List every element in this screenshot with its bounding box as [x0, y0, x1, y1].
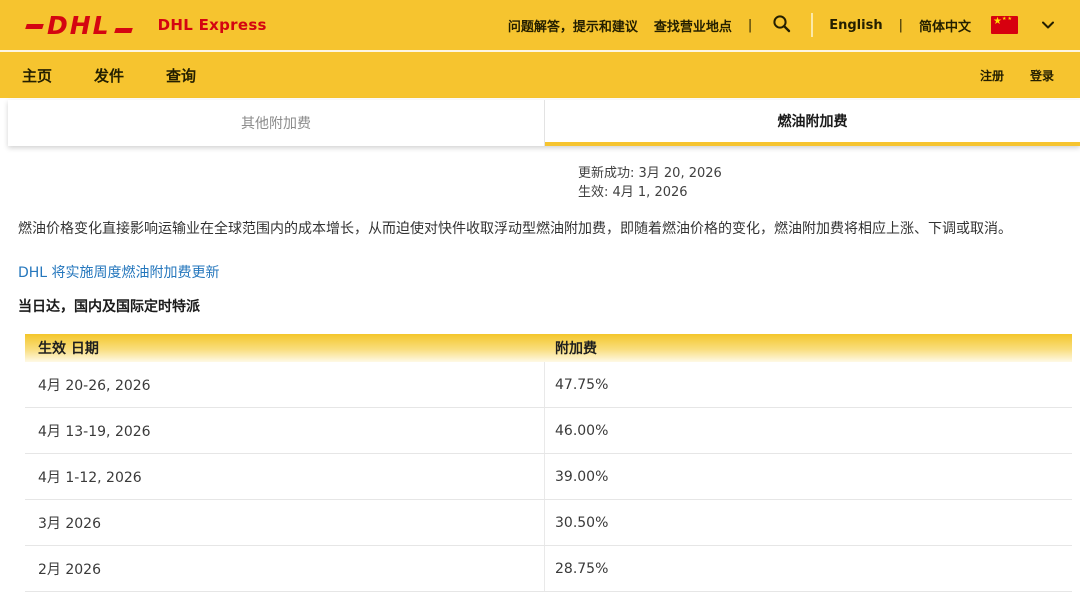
search-icon — [772, 14, 791, 37]
brand-name: DHL Express — [158, 16, 267, 34]
effective-date-cell: 3月 2026 — [25, 500, 545, 545]
table-row: 4月 13-19, 202646.00% — [25, 408, 1072, 454]
surcharge-value-cell: 39.00% — [545, 454, 1072, 499]
effective-date-text: 生效: 4月 1, 2026 — [578, 183, 1080, 202]
nav-item-home[interactable]: 主页 — [22, 65, 52, 86]
main-nav: 主页 发件 查询 注册 登录 — [0, 52, 1080, 98]
chevron-down-icon — [1042, 21, 1054, 29]
register-link[interactable]: 注册 — [980, 67, 1004, 84]
weekly-update-link[interactable]: DHL 将实施周度燃油附加费更新 — [18, 262, 220, 282]
fuel-surcharge-table: 生效 日期 附加费 4月 20-26, 202647.75%4月 13-19, … — [25, 334, 1072, 592]
surcharge-value-cell: 30.50% — [545, 500, 1072, 545]
update-status-text: 更新成功: 3月 20, 2026 — [578, 164, 1080, 183]
language-dropdown-toggle[interactable] — [1042, 21, 1054, 29]
surcharge-tabs: 其他附加费 燃油附加费 — [8, 100, 1080, 146]
table-header-row: 生效 日期 附加费 — [25, 334, 1072, 362]
login-link[interactable]: 登录 — [1030, 67, 1054, 84]
surcharge-value-cell: 46.00% — [545, 408, 1072, 453]
nav-item-track[interactable]: 查询 — [166, 65, 196, 86]
tab-other-surcharges[interactable]: 其他附加费 — [8, 100, 545, 146]
surcharge-value-cell: 28.75% — [545, 546, 1072, 591]
divider: | — [899, 18, 903, 33]
divider-light — [811, 13, 813, 37]
logo-wordmark: DHL — [47, 13, 111, 38]
faq-link[interactable]: 问题解答，提示和建议 — [508, 16, 638, 35]
language-english-link[interactable]: English — [829, 18, 882, 33]
effective-date-cell: 4月 1-12, 2026 — [25, 454, 545, 499]
auth-links: 注册 登录 — [980, 67, 1054, 84]
surcharge-table-body: 4月 20-26, 202647.75%4月 13-19, 202646.00%… — [25, 362, 1072, 592]
logo-speed-bar-left — [25, 24, 44, 29]
effective-date-cell: 4月 13-19, 2026 — [25, 408, 545, 453]
effective-date-cell: 2月 2026 — [25, 546, 545, 591]
flag-small-stars: ★★ — [1002, 17, 1013, 22]
surcharge-header: 附加费 — [545, 338, 1072, 358]
top-header: DHL DHL Express 问题解答，提示和建议 查找营业地点 | Engl… — [0, 0, 1080, 50]
dhl-logo[interactable]: DHL — [26, 13, 132, 38]
table-row: 2月 202628.75% — [25, 546, 1072, 592]
nav-item-ship[interactable]: 发件 — [94, 65, 124, 86]
header-utility-nav: 问题解答，提示和建议 查找营业地点 | English | 简体中文 ★ ★★ — [508, 13, 1054, 37]
logo-speed-bar-right — [114, 28, 133, 33]
table-row: 4月 20-26, 202647.75% — [25, 362, 1072, 408]
table-row: 3月 202630.50% — [25, 500, 1072, 546]
effective-date-header: 生效 日期 — [25, 338, 545, 358]
intro-paragraph: 燃油价格变化直接影响运输业在全球范围内的成本增长，从而迫使对快件收取浮动型燃油附… — [18, 219, 1062, 239]
update-info: 更新成功: 3月 20, 2026 生效: 4月 1, 2026 — [578, 164, 1080, 202]
page: DHL DHL Express 问题解答，提示和建议 查找营业地点 | Engl… — [0, 0, 1080, 598]
language-chinese-link[interactable]: 简体中文 — [919, 16, 971, 35]
find-location-link[interactable]: 查找营业地点 — [654, 16, 732, 35]
search-button[interactable] — [768, 14, 795, 37]
divider: | — [748, 18, 752, 33]
section-title: 当日达，国内及国际定时特派 — [18, 296, 1080, 316]
table-row: 4月 1-12, 202639.00% — [25, 454, 1072, 500]
china-flag-icon[interactable]: ★ ★★ — [991, 16, 1018, 34]
effective-date-cell: 4月 20-26, 2026 — [25, 362, 545, 407]
tab-fuel-surcharge[interactable]: 燃油附加费 — [545, 100, 1080, 146]
flag-star: ★ — [993, 15, 1002, 29]
surcharge-value-cell: 47.75% — [545, 362, 1072, 407]
